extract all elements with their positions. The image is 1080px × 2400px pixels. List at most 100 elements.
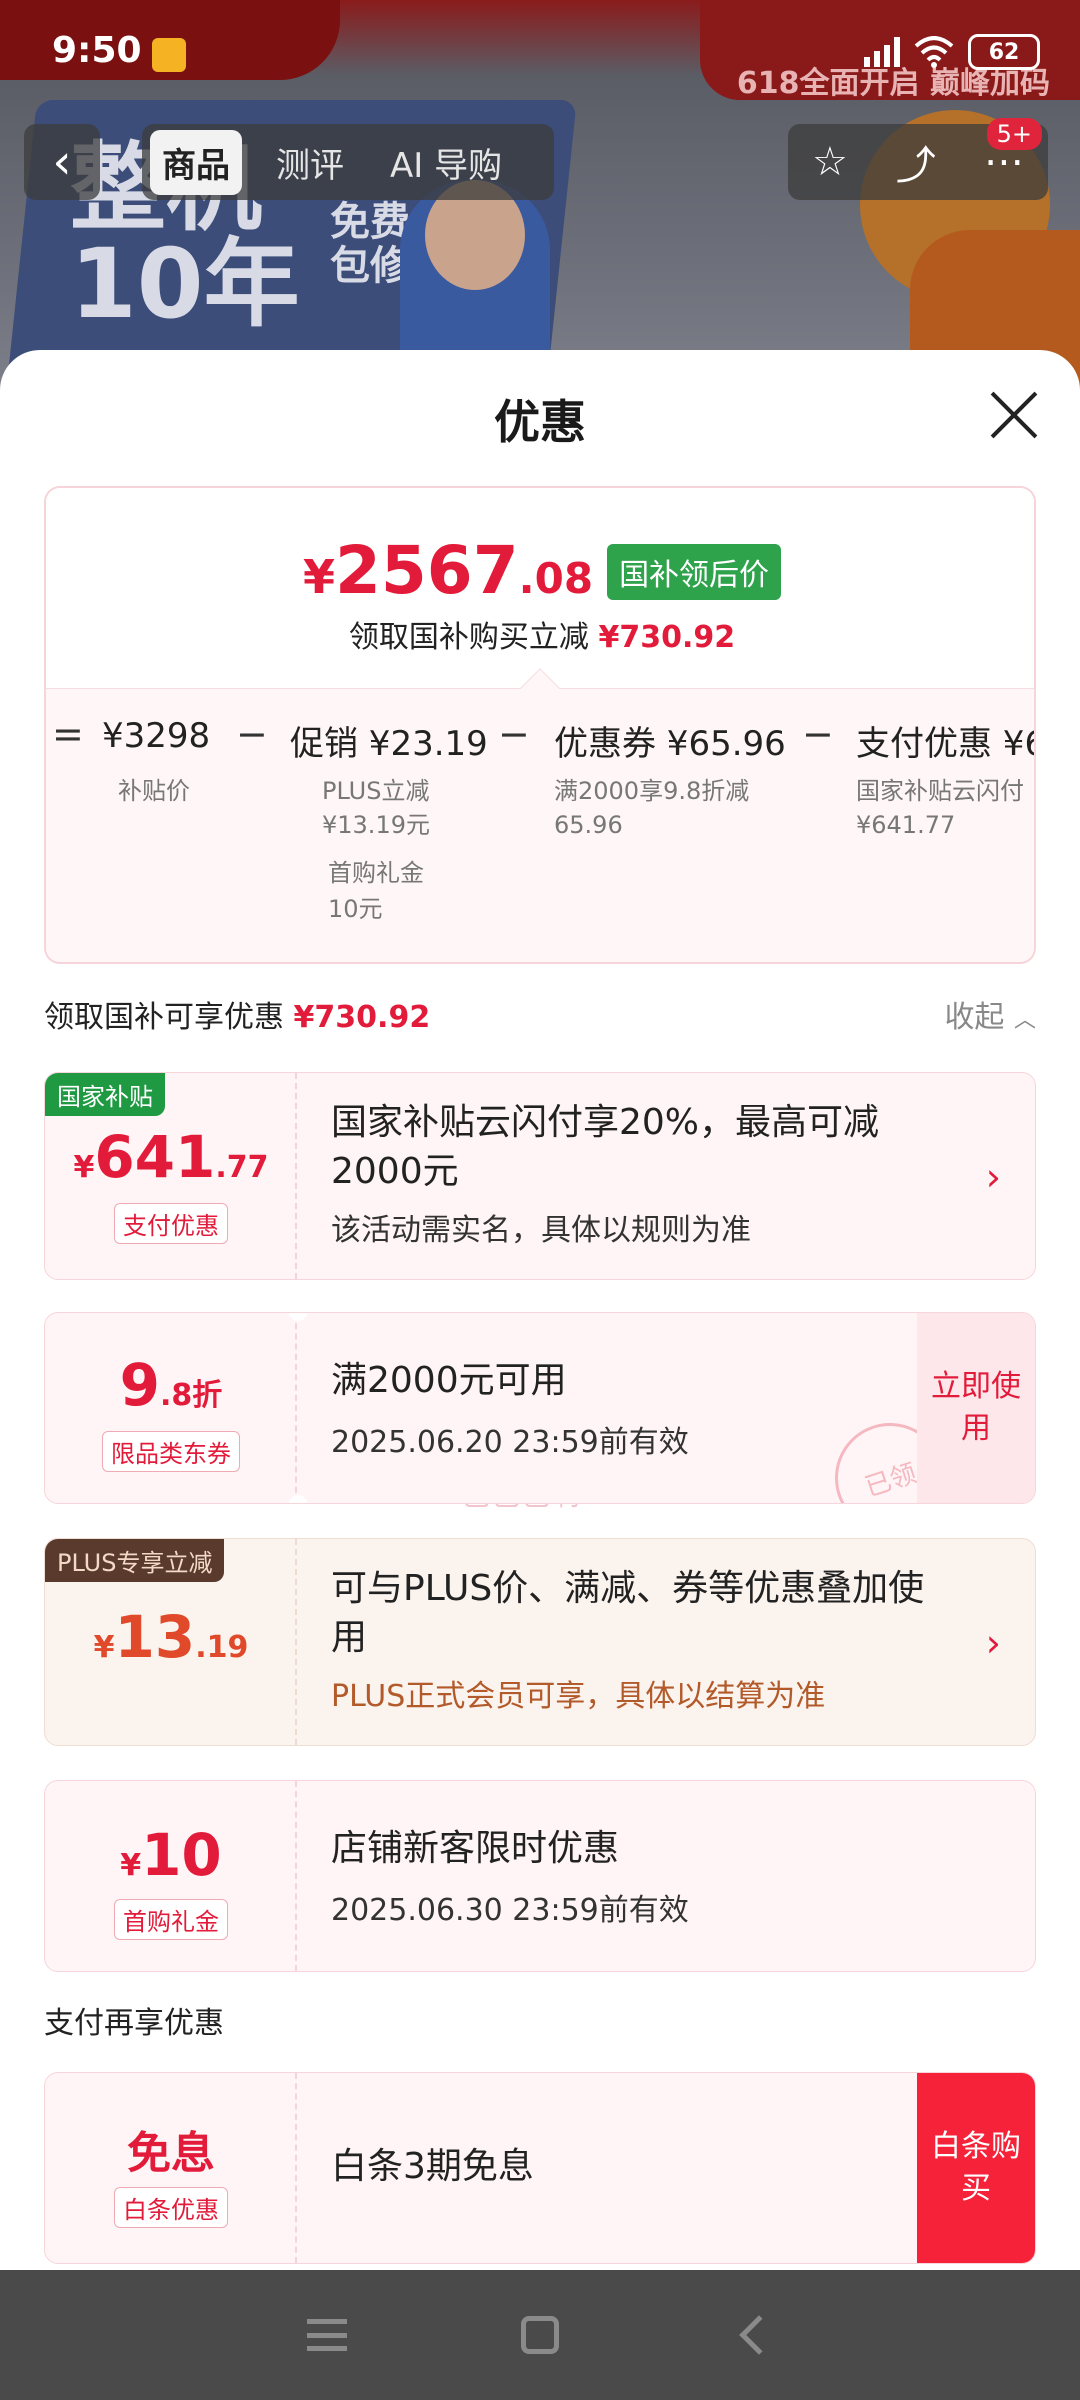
chevron-right-icon: › bbox=[985, 1621, 1001, 1665]
breakdown-sub: 首购礼金 bbox=[328, 859, 424, 887]
sheet-title: 优惠 bbox=[494, 395, 586, 449]
subsidy-section-header: 领取国补可享优惠 ¥730.92 收起 ︿ bbox=[44, 992, 1036, 1040]
amount-big: 9 bbox=[119, 1351, 161, 1419]
offer-desc: 该活动需实名，具体以规则为准 bbox=[331, 1213, 751, 1248]
notification-badge: 5+ bbox=[986, 118, 1042, 150]
star-icon[interactable]: ☆ bbox=[812, 139, 848, 185]
price-integer: 2567 bbox=[334, 532, 519, 609]
menu-icon[interactable] bbox=[307, 2319, 347, 2351]
amount-small: .77 bbox=[215, 1150, 269, 1185]
price-summary: ¥ 2567 .08 国补领后价 领取国补购买立减 ¥730.92 bbox=[46, 488, 1034, 688]
price-decimal: .08 bbox=[518, 554, 594, 603]
equals-sign: = bbox=[52, 712, 84, 756]
breakdown-head: ¥3298 bbox=[102, 716, 211, 756]
offer-label-text: 支付优惠 bbox=[114, 1203, 228, 1244]
offer-amount-panel: 9.8折 限品类东券 bbox=[45, 1313, 297, 1503]
breakdown-sub: ¥641.77 bbox=[856, 811, 956, 839]
share-icon[interactable]: ⤴ bbox=[896, 133, 936, 191]
chevron-up-icon: ︿ bbox=[1013, 1008, 1036, 1033]
back-icon[interactable] bbox=[739, 2315, 779, 2355]
offer-amount: ¥10 bbox=[45, 1821, 297, 1889]
offer-amount-panel: 免息 白条优惠 bbox=[45, 2073, 297, 2263]
offer-amount: ¥641.77 bbox=[45, 1123, 297, 1191]
breakdown-sub: 补贴价 bbox=[118, 777, 190, 805]
offer-title: 满2000元可用 bbox=[331, 1360, 567, 1401]
discount-sheet: 优惠 ¥ 2567 .08 国补领后价 领取国补购买立减 ¥730.92 = ¥… bbox=[0, 350, 1080, 2270]
subline-amount: ¥730.92 bbox=[598, 620, 736, 655]
offer-tag: 国家补贴 bbox=[45, 1073, 165, 1116]
collapse-button[interactable]: 收起 ︿ bbox=[944, 992, 1036, 1036]
price-card: ¥ 2567 .08 国补领后价 领取国补购买立减 ¥730.92 = ¥329… bbox=[44, 486, 1036, 964]
breakdown-sub: PLUS立减 bbox=[322, 777, 430, 805]
section-title: 支付再享优惠 bbox=[44, 2006, 224, 2041]
breakdown-head: 促销 ¥23.19 bbox=[290, 724, 488, 764]
price-breakdown: = ¥3298 补贴价 − 促销 ¥23.19 PLUS立减 ¥13.19元 首… bbox=[46, 688, 1036, 962]
close-icon[interactable] bbox=[986, 388, 1040, 442]
battery-indicator: 62 bbox=[968, 34, 1040, 70]
offer-label: 支付优惠 bbox=[45, 1203, 297, 1244]
payment-section-header: 支付再享优惠 bbox=[44, 1998, 1036, 2046]
product-tabs: 商品 测评 AI 导购 bbox=[142, 124, 554, 200]
breakdown-sub: ¥13.19元 bbox=[322, 811, 430, 839]
signal-icon bbox=[864, 37, 900, 67]
minus-sign: − bbox=[236, 712, 268, 756]
breakdown-sub: 10元 bbox=[328, 895, 383, 923]
tab-ai-guide[interactable]: AI 导购 bbox=[378, 130, 514, 195]
amount-big: 13 bbox=[114, 1603, 196, 1671]
breakdown-head: 优惠券 ¥65.96 bbox=[554, 724, 786, 764]
section-title-amount: ¥730.92 bbox=[293, 1000, 431, 1035]
subline-text: 领取国补购买立减 bbox=[348, 620, 589, 655]
offer-label: 限品类东券 bbox=[45, 1431, 297, 1472]
offer-coupon: 9.8折 限品类东券 满2000元可用 2025.06.20 23:59前有效 … bbox=[44, 1312, 1036, 1504]
breakdown-sub: 满2000享9.8折减 bbox=[554, 777, 750, 805]
offer-label: 首购礼金 bbox=[45, 1899, 297, 1940]
breakdown-sub: 65.96 bbox=[554, 811, 623, 839]
wifi-icon bbox=[914, 36, 954, 68]
offer-label-text: 限品类东券 bbox=[102, 1431, 240, 1472]
amount-big: 免息 bbox=[127, 2128, 215, 2179]
amount-symbol: ¥ bbox=[120, 1848, 142, 1883]
section-title-text: 领取国补可享优惠 bbox=[44, 1000, 284, 1035]
back-button[interactable]: ‹ bbox=[24, 124, 100, 200]
offer-title: 店铺新客限时优惠 bbox=[331, 1828, 620, 1869]
offer-label-text: 白条优惠 bbox=[114, 2187, 228, 2228]
offer-title: 国家补贴云闪付享20%，最高可减2000元 bbox=[331, 1102, 880, 1192]
offer-amount-panel: PLUS专享立减 ¥13.19 bbox=[45, 1539, 297, 1745]
offer-amount-panel: ¥10 首购礼金 bbox=[45, 1781, 297, 1971]
breakdown-sub: 国家补贴云闪付 bbox=[856, 777, 1024, 805]
offer-desc: PLUS正式会员可享，具体以结算为准 bbox=[331, 1679, 826, 1714]
chevron-left-icon: ‹ bbox=[52, 134, 72, 190]
offer-label: 白条优惠 bbox=[45, 2187, 297, 2228]
chevron-right-icon: › bbox=[985, 1155, 1001, 1199]
amount-small: .19 bbox=[195, 1630, 249, 1665]
offer-label-text: 首购礼金 bbox=[114, 1899, 228, 1940]
offer-tag: PLUS专享立减 bbox=[45, 1539, 225, 1582]
breakdown-head: 支付优惠 ¥6 bbox=[856, 724, 1036, 764]
amount-symbol: ¥ bbox=[93, 1630, 115, 1665]
price-symbol: ¥ bbox=[302, 550, 335, 604]
offer-title: 可与PLUS价、满减、券等优惠叠加使用 bbox=[331, 1568, 925, 1658]
tab-product[interactable]: 商品 bbox=[150, 129, 242, 195]
baitiao-buy-button[interactable]: 白条购买 bbox=[917, 2073, 1035, 2263]
offer-desc: 2025.06.30 23:59前有效 bbox=[331, 1893, 689, 1928]
amount-small: .8折 bbox=[160, 1378, 223, 1413]
tab-review[interactable]: 测评 bbox=[264, 130, 356, 195]
box-sub-text: 免费 包修 bbox=[330, 199, 410, 289]
status-bar: 9:50 62 bbox=[0, 0, 1080, 100]
amount-big: 641 bbox=[94, 1123, 216, 1191]
status-time: 9:50 bbox=[52, 30, 142, 71]
amount-symbol: ¥ bbox=[73, 1150, 95, 1185]
use-now-button[interactable]: 立即使用 bbox=[917, 1313, 1035, 1503]
offer-title: 白条3期免息 bbox=[331, 2146, 534, 2187]
minus-sign: − bbox=[802, 712, 834, 756]
offer-amount: 9.8折 bbox=[45, 1351, 297, 1419]
minus-sign: − bbox=[498, 712, 530, 756]
offer-amount: 免息 bbox=[45, 2117, 297, 2181]
app-notification-icon bbox=[152, 38, 186, 72]
collapse-label: 收起 bbox=[944, 1000, 1005, 1035]
final-price: ¥ 2567 .08 国补领后价 bbox=[46, 532, 1034, 609]
section-title: 领取国补可享优惠 ¥730.92 bbox=[44, 1000, 430, 1035]
offer-national-subsidy[interactable]: 国家补贴 ¥641.77 支付优惠 国家补贴云闪付享20%，最高可减2000元 … bbox=[44, 1072, 1036, 1280]
offer-plus[interactable]: PLUS专享立减 ¥13.19 可与PLUS价、满减、券等优惠叠加使用 PLUS… bbox=[44, 1538, 1036, 1746]
home-icon[interactable] bbox=[521, 2316, 559, 2354]
